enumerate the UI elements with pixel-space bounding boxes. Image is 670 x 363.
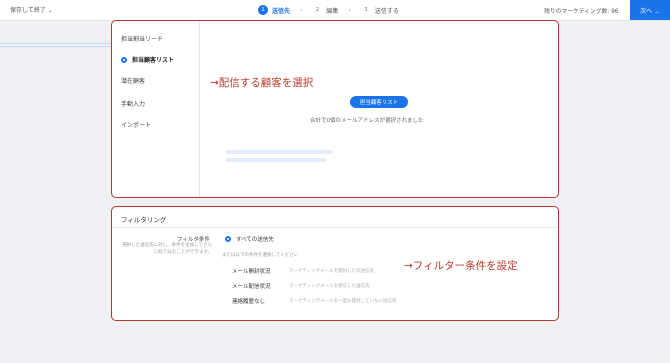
filter-hint: または以下の条件を選択してください (222, 253, 299, 258)
customer-list-button[interactable]: 担当顧客リスト (350, 96, 408, 108)
step-indicator: 1 送信先 › 2 編集 › 3 送信する (258, 3, 399, 17)
radio-selected-icon (225, 236, 231, 242)
filter-condition-description: 選択した送信先に対し、条件を追加してさらに絞り込むことができます。 (122, 243, 212, 255)
filter-row-description: マーケティングメールを開封したの送信先 (289, 269, 375, 274)
remaining-count: 残りのマーケティング数: 96 (544, 9, 619, 15)
annotation-select-customers: →配信する顧客を選択 (210, 77, 314, 89)
selection-artifact (0, 46, 113, 47)
save-and-exit-button[interactable]: 保存して終了 ⌄ (10, 5, 53, 14)
option-all-recipients[interactable]: すべての送信先 (225, 235, 274, 243)
filter-email-delivery[interactable]: メール配信状況 (232, 282, 271, 290)
recipient-type-menu: 担当割当リード 担当顧客リスト 潜在顧客 手動入力 インポート (112, 21, 200, 197)
filtering-panel: フィルタリング フィルタ条件 選択した送信先に対し、条件を追加してさらに絞り込む… (111, 206, 559, 321)
selection-summary: 合計で0個のメールアドレスが選択されました (310, 118, 424, 124)
step-number: 2 (315, 7, 320, 13)
step-label: 送信先 (272, 7, 291, 15)
option-label: すべての送信先 (236, 237, 274, 243)
recipients-panel: 担当割当リード 担当顧客リスト 潜在顧客 手動入力 インポート →配信する顧客を… (111, 20, 559, 198)
step-send[interactable]: 3 送信する (361, 5, 399, 15)
menu-item-label: 担当顧客リスト (132, 57, 175, 64)
filtering-title: フィルタリング (121, 216, 167, 224)
filter-no-contact-history[interactable]: 連絡履歴なし (232, 297, 265, 305)
radio-selected-icon (121, 56, 127, 63)
filter-row-description: マーケティングメールを受信した送信先 (289, 284, 370, 289)
step-label: 編集 (326, 7, 339, 15)
menu-item-assigned-leads[interactable]: 担当割当リード (121, 34, 163, 43)
menu-item-import[interactable]: インポート (121, 120, 151, 129)
chevron-right-icon: › (348, 6, 351, 14)
annotation-set-filter: →フィルター条件を設定 (404, 260, 518, 272)
selection-artifact (0, 43, 113, 44)
menu-item-customer-list[interactable]: 担当顧客リスト (121, 55, 174, 64)
step-label: 送信する (374, 7, 399, 15)
next-button[interactable]: 次へ → (630, 0, 670, 20)
menu-item-manual-entry[interactable]: 手動入力 (121, 99, 145, 108)
menu-item-label: 手動入力 (121, 101, 146, 108)
selection-artifact (226, 158, 326, 162)
step-recipients[interactable]: 1 送信先 (258, 5, 290, 15)
step-number: 1 (258, 5, 268, 15)
menu-item-label: 潜在顧客 (121, 78, 146, 85)
chevron-right-icon: › (300, 6, 303, 14)
menu-item-label: インポート (121, 122, 152, 129)
menu-item-prospects[interactable]: 潜在顧客 (121, 76, 145, 85)
divider (112, 227, 557, 228)
selection-artifact (226, 150, 332, 154)
step-edit[interactable]: 2 編集 (312, 5, 339, 15)
filter-row-description: マーケティングメールを一度も開封していない送信先 (289, 299, 397, 304)
top-bar: 保存して終了 ⌄ 1 送信先 › 2 編集 › 3 送信する 残りのマーケティン… (0, 0, 670, 21)
filter-email-open[interactable]: メール開封状況 (232, 267, 271, 275)
menu-item-label: 担当割当リード (121, 36, 164, 43)
step-number: 3 (364, 7, 368, 13)
